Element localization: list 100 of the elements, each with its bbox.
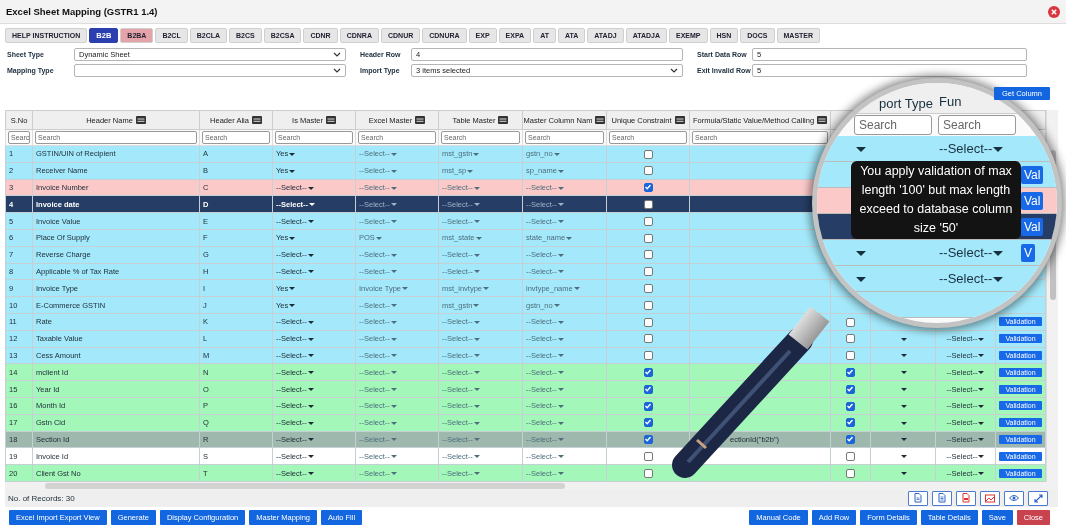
checkbox[interactable] xyxy=(846,435,855,445)
caret-icon xyxy=(307,337,314,341)
fullscreen-button[interactable] xyxy=(1028,490,1048,506)
caret-icon xyxy=(307,186,314,190)
document-icon xyxy=(938,493,946,504)
checkbox[interactable] xyxy=(846,468,855,478)
caret-icon xyxy=(557,337,564,341)
caret-icon xyxy=(557,438,564,442)
caret-icon xyxy=(473,220,480,224)
checkbox[interactable] xyxy=(643,300,653,310)
caret-icon xyxy=(390,371,397,375)
checkbox[interactable] xyxy=(643,384,653,394)
caret-icon xyxy=(557,371,564,375)
checkbox[interactable] xyxy=(846,351,855,361)
caret-icon xyxy=(390,270,397,274)
checkbox[interactable] xyxy=(643,200,653,210)
caret-icon xyxy=(473,404,480,408)
caret-icon xyxy=(390,304,397,308)
validation-button[interactable]: Val xyxy=(1021,217,1044,236)
select-field[interactable] xyxy=(74,64,346,77)
checkbox[interactable] xyxy=(643,317,653,327)
checkbox[interactable] xyxy=(643,216,653,226)
window-title: Excel Sheet Mapping (GSTR1 1.4) xyxy=(6,6,158,17)
checkbox[interactable] xyxy=(643,166,653,176)
caret-icon xyxy=(900,371,907,375)
caret-icon xyxy=(390,203,397,207)
caret-icon xyxy=(473,455,480,459)
caret-icon xyxy=(557,472,564,476)
caret-icon xyxy=(856,251,866,257)
caret-icon xyxy=(473,421,480,425)
caret-icon xyxy=(978,438,985,442)
column-header[interactable]: Fun xyxy=(939,94,962,109)
caret-icon xyxy=(473,472,480,476)
caret-icon xyxy=(978,388,985,392)
caret-icon xyxy=(978,354,985,358)
caret-icon xyxy=(467,169,474,173)
close-icon xyxy=(1048,5,1060,18)
chevron-icon xyxy=(670,67,678,74)
checkbox[interactable] xyxy=(643,250,653,260)
checkbox[interactable] xyxy=(643,435,653,445)
caret-icon xyxy=(900,472,907,476)
caret-icon xyxy=(978,472,985,476)
column-header[interactable]: port Type xyxy=(879,96,933,111)
caret-icon xyxy=(978,404,985,408)
checkbox[interactable] xyxy=(643,351,653,361)
preview-button[interactable] xyxy=(1004,490,1024,506)
caret-icon xyxy=(483,287,490,291)
caret-icon xyxy=(309,203,316,207)
caret-icon xyxy=(557,320,564,324)
word-export-button[interactable] xyxy=(908,490,928,506)
caret-icon xyxy=(307,220,314,224)
checkbox[interactable] xyxy=(846,334,855,344)
checkbox[interactable] xyxy=(846,384,855,394)
caret-icon xyxy=(307,371,314,375)
validation-button[interactable]: V xyxy=(1021,243,1035,262)
caret-icon xyxy=(557,388,564,392)
caret-icon xyxy=(557,203,564,207)
checkbox[interactable] xyxy=(846,401,855,411)
checkbox[interactable] xyxy=(643,233,653,243)
checkbox[interactable] xyxy=(643,149,653,159)
caret-icon xyxy=(390,220,397,224)
checkbox[interactable] xyxy=(643,183,653,193)
caret-icon xyxy=(307,404,314,408)
search-field[interactable]: Search xyxy=(938,115,1016,135)
caret-icon xyxy=(307,320,314,324)
caret-icon xyxy=(978,455,985,459)
checkbox[interactable] xyxy=(643,284,653,294)
caret-icon xyxy=(557,186,564,190)
caret-icon xyxy=(390,253,397,257)
checkbox[interactable] xyxy=(643,468,653,478)
caret-icon xyxy=(473,152,480,156)
caret-icon xyxy=(390,438,397,442)
caret-icon xyxy=(475,236,482,240)
caret-icon xyxy=(375,236,382,240)
checkbox[interactable] xyxy=(643,267,653,277)
checkbox[interactable] xyxy=(846,418,855,428)
dropdown[interactable]: --Select-- xyxy=(939,245,1004,260)
caret-icon xyxy=(557,169,564,173)
checkbox[interactable] xyxy=(643,401,653,411)
checkbox[interactable] xyxy=(643,452,653,461)
scrollbar[interactable] xyxy=(5,481,1058,490)
caret-icon xyxy=(900,455,907,459)
caret-icon xyxy=(390,186,397,190)
checkbox[interactable] xyxy=(846,368,855,377)
pdf-export-button[interactable] xyxy=(956,490,976,506)
caret-icon xyxy=(856,277,866,283)
image-export-button[interactable] xyxy=(980,490,1000,506)
checkbox[interactable] xyxy=(643,368,653,377)
checkbox[interactable] xyxy=(846,452,855,461)
checkbox[interactable] xyxy=(846,317,855,327)
validation-button[interactable]: Val xyxy=(1021,165,1044,184)
caret-icon xyxy=(473,438,480,442)
caret-icon xyxy=(473,337,480,341)
checkbox[interactable] xyxy=(643,334,653,344)
checkbox[interactable] xyxy=(643,418,653,428)
excel-export-button[interactable] xyxy=(932,490,952,506)
search-field[interactable]: Search xyxy=(854,115,932,135)
caret-icon xyxy=(390,354,397,358)
caret-icon xyxy=(289,287,296,291)
validation-button[interactable]: Val xyxy=(1021,191,1044,210)
